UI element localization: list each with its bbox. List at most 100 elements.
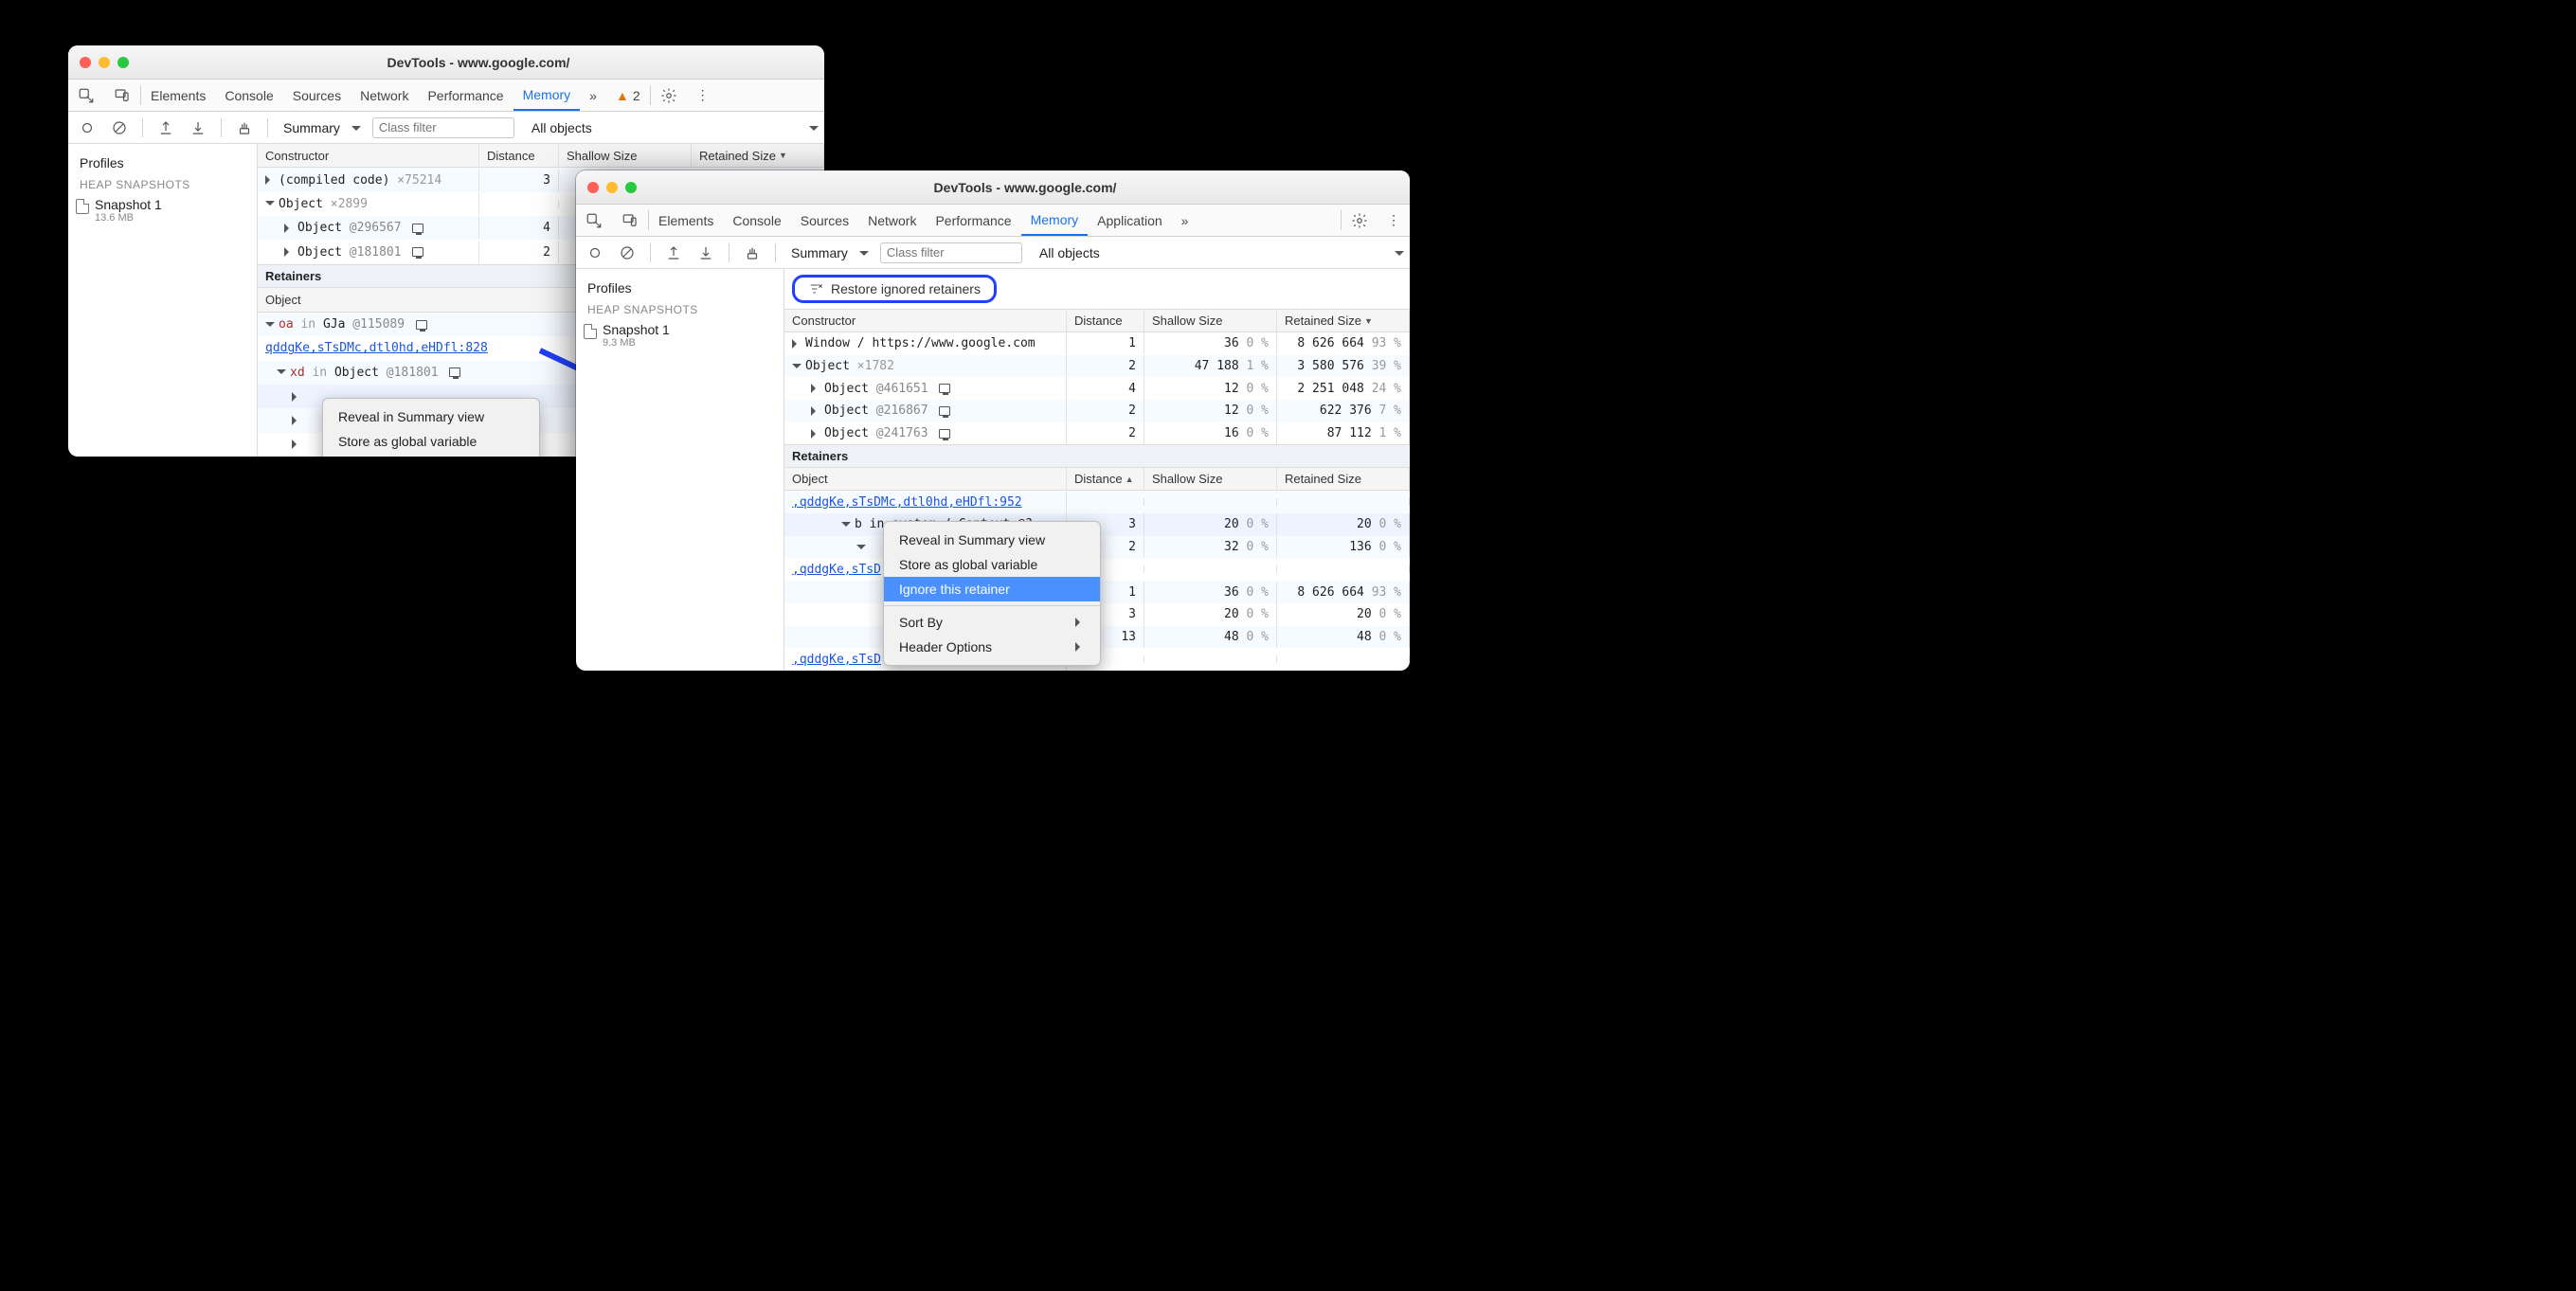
tab-sources[interactable]: Sources (791, 205, 858, 236)
ctx-sort-by[interactable]: Sort By (884, 610, 1100, 635)
tab-console[interactable]: Console (215, 80, 282, 111)
col-shallow[interactable]: Shallow Size (1144, 468, 1277, 490)
context-menu[interactable]: Reveal in Summary view Store as global v… (322, 398, 540, 457)
issues-warning[interactable]: ▲2 (606, 80, 650, 111)
context-menu[interactable]: Reveal in Summary view Store as global v… (883, 521, 1101, 666)
expand-icon[interactable] (292, 439, 301, 449)
col-constructor[interactable]: Constructor (258, 144, 479, 167)
col-retained[interactable]: Retained Size (1277, 310, 1410, 332)
import-icon[interactable] (693, 240, 719, 266)
expand-icon[interactable] (292, 416, 301, 425)
minimize-icon[interactable] (606, 182, 618, 193)
col-distance[interactable]: Distance (479, 144, 559, 167)
inspect-icon[interactable] (68, 80, 104, 111)
titlebar[interactable]: DevTools - www.google.com/ (68, 45, 824, 80)
clear-icon[interactable] (106, 115, 133, 141)
restore-ignored-retainers-button[interactable]: Restore ignored retainers (792, 275, 997, 303)
overflow-tabs-icon[interactable]: » (1172, 205, 1198, 236)
expand-icon[interactable] (792, 339, 802, 349)
close-icon[interactable] (80, 57, 91, 68)
collapse-icon[interactable] (277, 369, 286, 379)
class-filter-input[interactable] (880, 242, 1022, 263)
col-object[interactable]: Object (784, 468, 1067, 490)
collapse-icon[interactable] (265, 201, 275, 210)
chevron-down-icon[interactable] (803, 120, 819, 135)
gc-icon[interactable] (231, 115, 258, 141)
expand-icon[interactable] (284, 247, 294, 257)
expand-icon[interactable] (811, 384, 820, 393)
col-retained[interactable]: Retained Size (1277, 468, 1410, 490)
tab-network[interactable]: Network (858, 205, 926, 236)
snapshot-item[interactable]: Snapshot 1 9.3 MB (576, 318, 784, 352)
ctx-store-global[interactable]: Store as global variable (884, 552, 1100, 577)
collapse-icon[interactable] (856, 545, 866, 554)
tab-console[interactable]: Console (723, 205, 790, 236)
tab-network[interactable]: Network (351, 80, 418, 111)
overflow-tabs-icon[interactable]: » (580, 80, 606, 111)
ctx-store-global[interactable]: Store as global variable (323, 429, 539, 454)
constructor-row[interactable]: Object ×1782 2 47 188 1 % 3 580 576 39 % (784, 355, 1410, 378)
traffic-lights[interactable] (587, 182, 637, 193)
ctx-reveal-summary[interactable]: Reveal in Summary view (323, 404, 539, 429)
ctx-ignore-retainer[interactable]: Ignore this retainer (884, 577, 1100, 601)
import-icon[interactable] (185, 115, 211, 141)
devtools-tabs: Elements Console Sources Network Perform… (68, 80, 824, 112)
class-filter-input[interactable] (372, 117, 514, 138)
export-icon[interactable] (153, 115, 179, 141)
titlebar[interactable]: DevTools - www.google.com/ (576, 170, 1410, 205)
ctx-reveal-summary[interactable]: Reveal in Summary view (884, 528, 1100, 552)
zoom-icon[interactable] (625, 182, 637, 193)
col-retained[interactable]: Retained Size (692, 144, 824, 167)
record-icon[interactable] (74, 115, 100, 141)
collapse-icon[interactable] (841, 522, 851, 531)
minimize-icon[interactable] (99, 57, 110, 68)
settings-icon[interactable] (651, 80, 687, 111)
kebab-menu-icon[interactable]: ⋮ (1378, 205, 1410, 236)
settings-icon[interactable] (1342, 205, 1378, 236)
record-icon[interactable] (582, 240, 608, 266)
view-mode-select[interactable]: Summary (278, 120, 367, 135)
gc-icon[interactable] (739, 240, 766, 266)
tab-application[interactable]: Application (1088, 205, 1172, 236)
col-distance[interactable]: Distance (1067, 468, 1144, 490)
chevron-down-icon[interactable] (1389, 245, 1404, 260)
clear-icon[interactable] (614, 240, 640, 266)
collapse-icon[interactable] (792, 364, 802, 373)
constructor-row[interactable]: Object @241763 2 16 0 % 87 112 1 % (784, 422, 1410, 445)
device-toggle-icon[interactable] (612, 205, 648, 236)
ctx-header-options[interactable]: Header Options (884, 635, 1100, 659)
device-toggle-icon[interactable] (104, 80, 140, 111)
tab-elements[interactable]: Elements (141, 80, 215, 111)
tab-memory[interactable]: Memory (513, 80, 581, 111)
expand-icon[interactable] (265, 175, 275, 185)
expand-icon[interactable] (284, 224, 294, 233)
tab-sources[interactable]: Sources (283, 80, 351, 111)
view-mode-select[interactable]: Summary (785, 245, 874, 260)
col-constructor[interactable]: Constructor (784, 310, 1067, 332)
tab-performance[interactable]: Performance (418, 80, 513, 111)
constructor-row[interactable]: Window / https://www.google.com 1 36 0 %… (784, 332, 1410, 355)
snapshot-item[interactable]: Snapshot 1 13.6 MB (68, 193, 257, 227)
col-shallow[interactable]: Shallow Size (1144, 310, 1277, 332)
expand-icon[interactable] (811, 406, 820, 416)
objects-mode-select[interactable]: All objects (526, 120, 598, 135)
traffic-lights[interactable] (80, 57, 129, 68)
tab-memory[interactable]: Memory (1021, 205, 1089, 236)
expand-icon[interactable] (292, 392, 301, 402)
close-icon[interactable] (587, 182, 599, 193)
col-shallow[interactable]: Shallow Size (559, 144, 692, 167)
constructor-row[interactable]: Object @461651 4 12 0 % 2 251 048 24 % (784, 377, 1410, 400)
export-icon[interactable] (660, 240, 687, 266)
kebab-menu-icon[interactable]: ⋮ (687, 80, 719, 111)
tab-elements[interactable]: Elements (649, 205, 723, 236)
collapse-icon[interactable] (265, 322, 275, 332)
expand-icon[interactable] (811, 429, 820, 439)
file-icon (76, 199, 89, 214)
zoom-icon[interactable] (117, 57, 129, 68)
col-distance[interactable]: Distance (1067, 310, 1144, 332)
objects-mode-select[interactable]: All objects (1034, 245, 1106, 260)
tab-performance[interactable]: Performance (926, 205, 1020, 236)
retainer-link-row[interactable]: ,qddgKe,sTsDMc,dtl0hd,eHDfl:952 (784, 491, 1410, 513)
inspect-icon[interactable] (576, 205, 612, 236)
constructor-row[interactable]: Object @216867 2 12 0 % 622 376 7 % (784, 400, 1410, 422)
